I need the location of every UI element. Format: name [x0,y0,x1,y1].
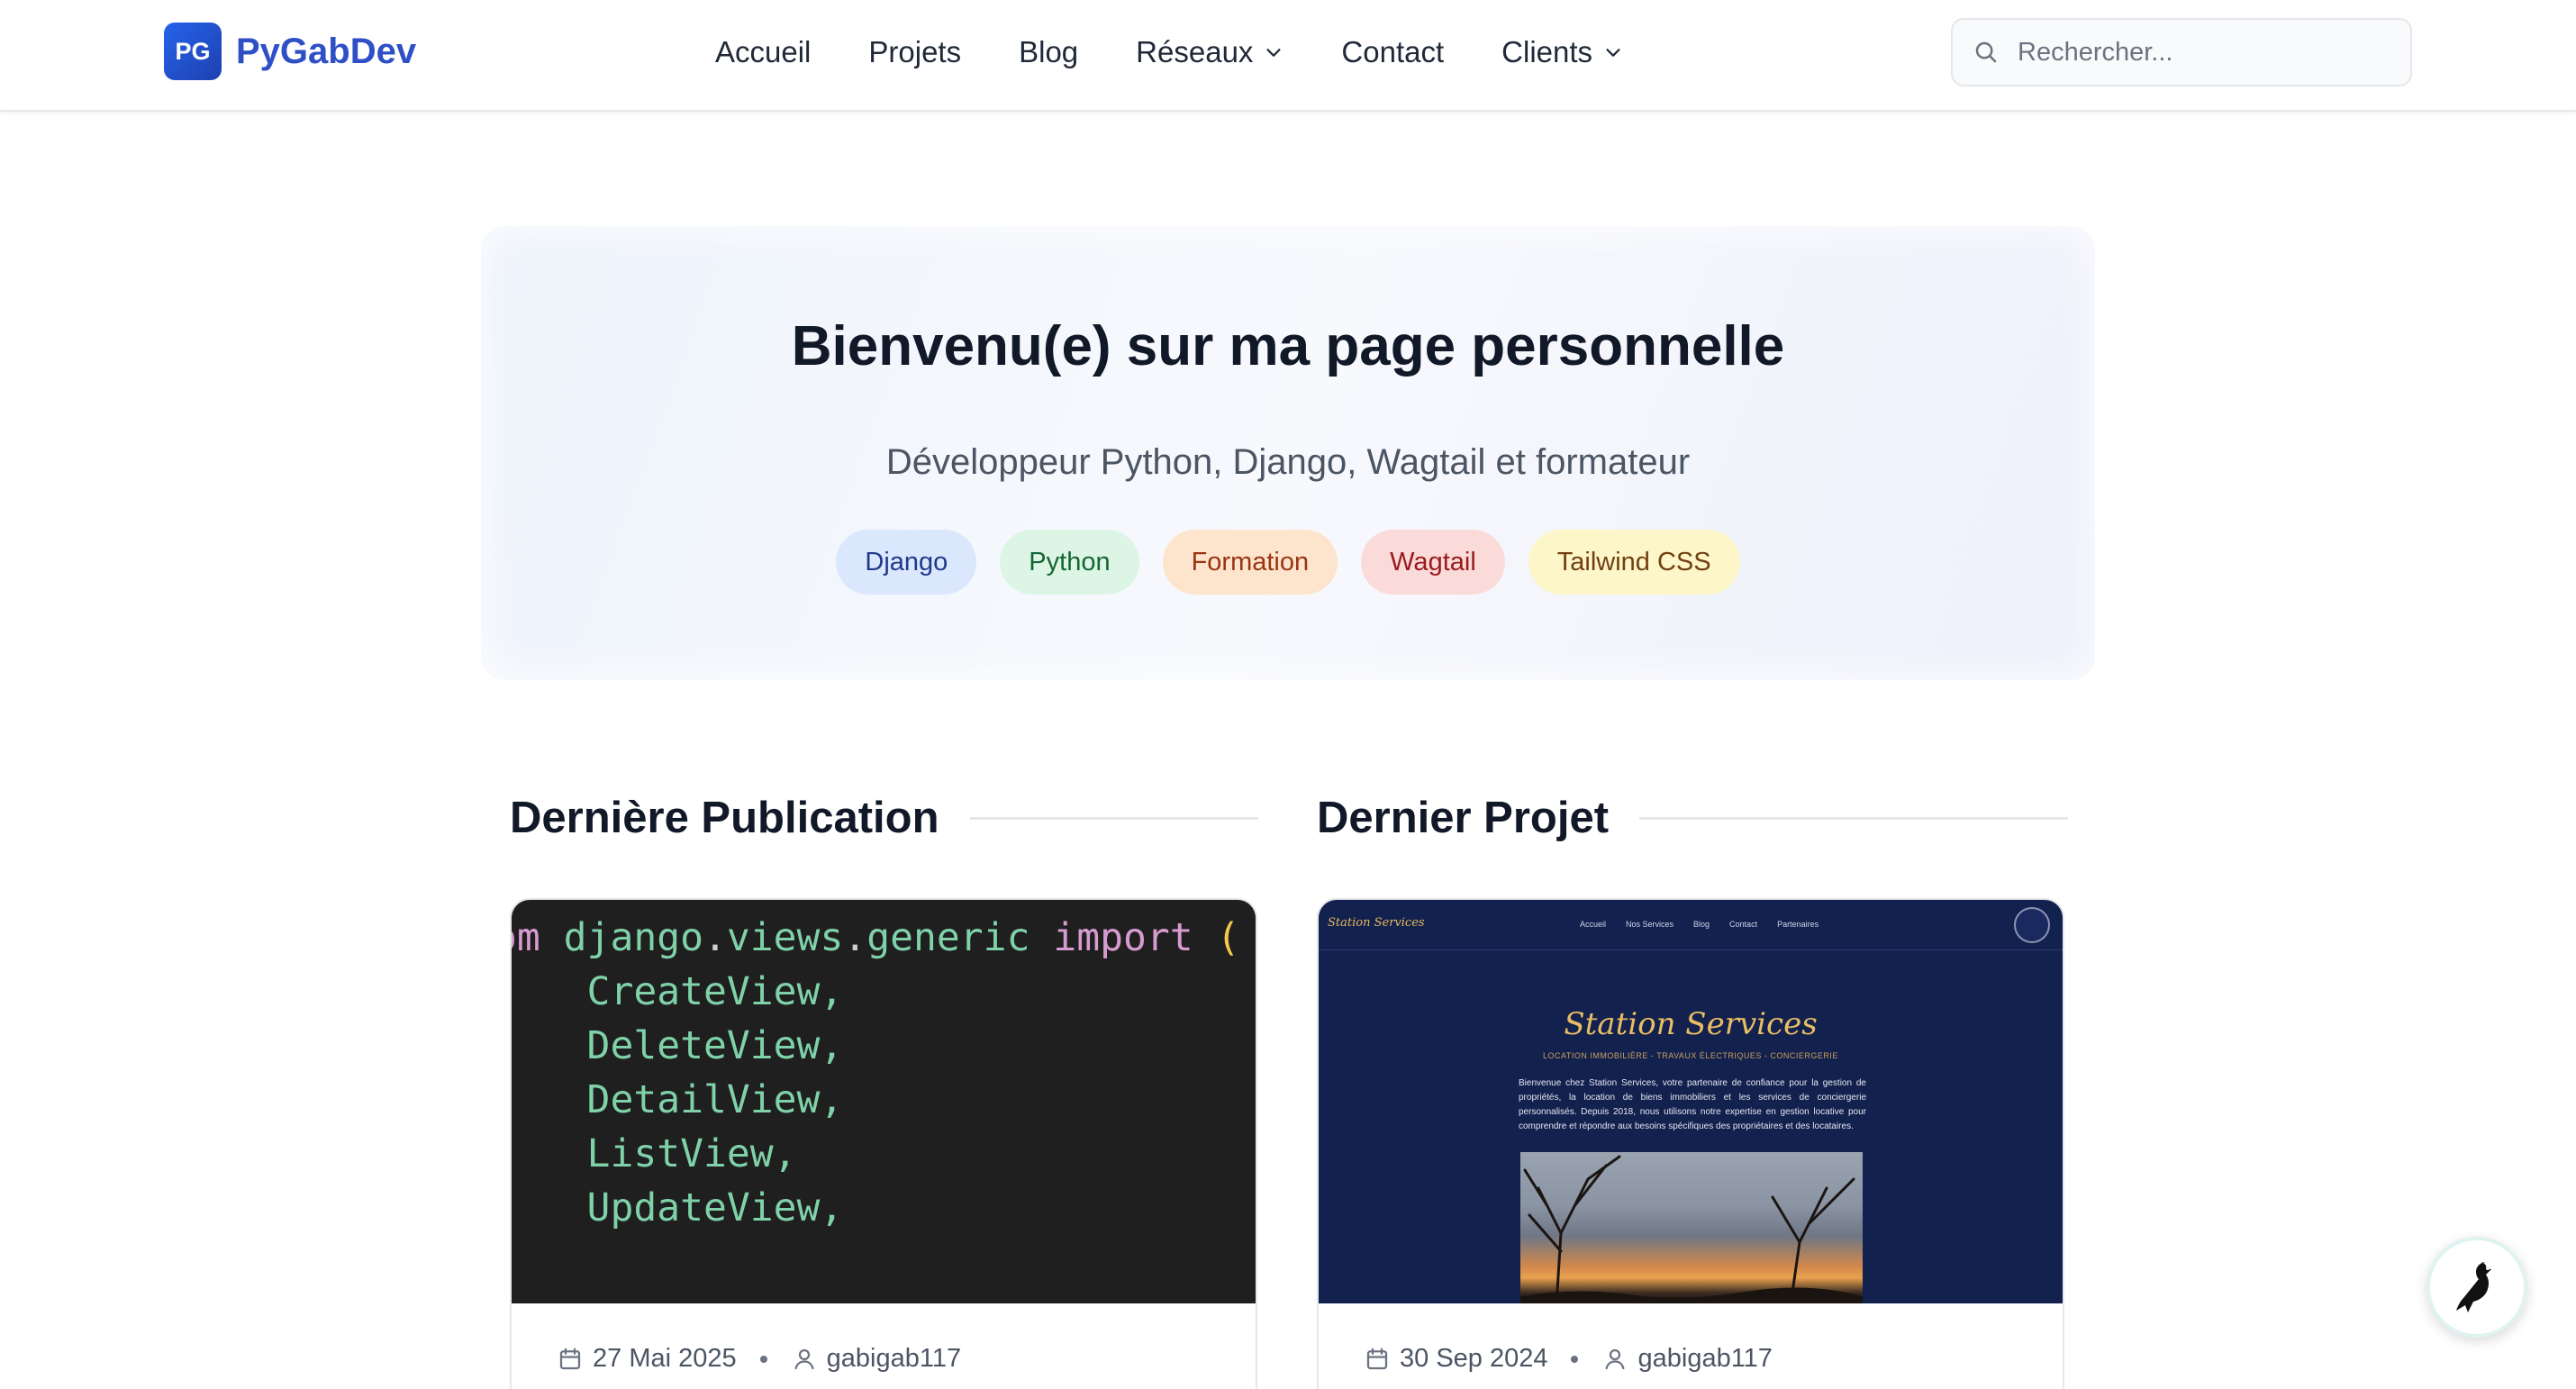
nav-item-projets[interactable]: Projets [868,35,961,69]
tag-tailwind-css[interactable]: Tailwind CSS [1528,530,1740,595]
code-line: CreateView, [512,969,844,1014]
author-text: gabigab117 [826,1344,962,1373]
tree-silhouette [1520,1155,1863,1303]
tag-wagtail[interactable]: Wagtail [1361,530,1505,595]
hero-section: Bienvenu(e) sur ma page personnelle Déve… [481,226,2095,680]
preview-photo [1520,1152,1863,1303]
latest-project-heading: Dernier Projet [1317,794,1610,842]
nav-item-label: Réseaux [1136,35,1254,68]
code-line: UpdateView, [512,1185,844,1230]
post-meta: 27 Mai 2025 gabigab117 [557,1344,961,1374]
brand-logo: PG [164,23,222,80]
preview-subtitle: LOCATION IMMOBILIÈRE - TRAVAUX ÉLECTRIQU… [1543,1051,1838,1060]
date-text: 27 Mai 2025 [593,1344,737,1373]
hero-title: Bienvenu(e) sur ma page personnelle [791,315,1785,377]
nav-item-label: Projets [868,35,962,68]
post-cover-image[interactable]: om django.views.generic import ( CreateV… [512,900,1256,1303]
latest-project-card[interactable]: Station Services Accueil Nos Services Bl… [1317,898,2064,1389]
preview-text: Bienvenue chez Station Services, votre p… [1519,1078,1866,1131]
tag-formation[interactable]: Formation [1162,530,1338,595]
preview-nav-links: Accueil Nos Services Blog Contact Parten… [1580,920,1819,929]
wagtail-userbar-button[interactable] [2426,1237,2527,1338]
code-line: ListView, [512,1131,797,1176]
code-snippet: om django.views.generic import ( CreateV… [512,911,1239,1235]
main-nav: Accueil Projets Blog Réseaux Contact Cli… [715,27,1623,77]
latest-post-heading: Dernière Publication [510,794,939,842]
nav-item-label: Blog [1019,35,1079,68]
divider [1639,816,2069,820]
nav-item-label: Accueil [715,35,812,68]
navbar: PG PyGabDev Accueil Projets Blog Réseaux… [0,0,2576,112]
nav-item-label: Contact [1341,35,1445,68]
nav-item-blog[interactable]: Blog [1019,35,1078,69]
calendar-icon [1366,1348,1388,1369]
preview-nav-link: Accueil [1580,920,1607,929]
wagtail-bird-icon [2456,1262,2491,1312]
nav-item-contact[interactable]: Contact [1341,35,1444,69]
code-line: DetailView, [512,1077,844,1122]
project-date: 30 Sep 2024 [1364,1344,1547,1374]
preview-logo: Station Services [1328,916,1425,930]
project-cover-image[interactable]: Station Services Accueil Nos Services Bl… [1319,900,2063,1303]
code-line: om django.views.generic import ( [512,915,1240,960]
preview-nav-link: Blog [1693,920,1710,929]
nav-item-reseaux[interactable]: Réseaux [1136,35,1283,69]
nav-item-clients[interactable]: Clients [1501,35,1623,69]
user-icon [794,1348,814,1369]
user-icon [1605,1348,1625,1369]
author-text: gabigab117 [1637,1344,1773,1373]
latest-post-card[interactable]: om django.views.generic import ( CreateV… [510,898,1257,1389]
chevron-down-icon [1266,49,1281,57]
tag-python[interactable]: Python [1000,530,1139,595]
preview-nav-link: Nos Services [1626,920,1674,929]
latest-post-header: Dernière Publication [510,793,1258,843]
preview-emblem [2014,907,2050,943]
latest-project-header: Dernier Projet [1317,793,2069,843]
date-text: 30 Sep 2024 [1400,1344,1548,1373]
post-author: gabigab117 [791,1344,961,1374]
preview-nav-link: Partenaires [1777,920,1819,929]
search-input[interactable] [2018,37,2396,68]
calendar-icon [559,1348,581,1369]
preview-navbar: Station Services Accueil Nos Services Bl… [1319,900,2063,950]
separator-dot [759,1355,767,1363]
nav-item-label: Clients [1501,35,1593,68]
tag-list: Django Python Formation Wagtail Tailwind… [481,530,2095,595]
search-box [1951,18,2412,86]
hero-subtitle: Développeur Python, Django, Wagtail et f… [885,442,1691,482]
brand-link[interactable]: PG PyGabDev [164,23,416,80]
divider [969,816,1258,820]
nav-item-accueil[interactable]: Accueil [715,35,811,69]
post-date: 27 Mai 2025 [557,1344,737,1374]
tag-django[interactable]: Django [836,530,977,595]
code-line: DeleteView, [512,1023,844,1068]
preview-nav-link: Contact [1729,920,1758,929]
chevron-down-icon [1606,49,1620,57]
brand-name: PyGabDev [236,31,417,71]
separator-dot [1571,1355,1579,1363]
search-icon [1975,41,1997,63]
project-meta: 30 Sep 2024 gabigab117 [1364,1344,1773,1374]
preview-title: Station Services [1564,1006,1818,1042]
project-author: gabigab117 [1601,1344,1773,1374]
